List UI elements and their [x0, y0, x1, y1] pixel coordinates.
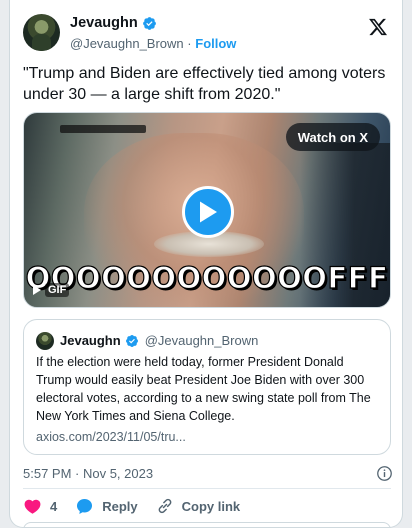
follow-button[interactable]: Follow	[195, 36, 236, 51]
scoreboard-overlay	[60, 125, 146, 133]
reply-label: Reply	[102, 498, 138, 514]
tweet-text: "Trump and Biden are effectively tied am…	[23, 65, 386, 103]
author-name[interactable]: Jevaughn	[70, 15, 138, 31]
tweet-header: Jevaughn @Jevaughn_Brown · Follow	[23, 11, 390, 55]
copy-link-button[interactable]: Copy link	[156, 497, 241, 515]
gif-icon	[33, 285, 41, 295]
separator: ·	[187, 36, 192, 51]
avatar[interactable]	[23, 14, 60, 51]
verified-badge-icon	[125, 334, 138, 347]
verified-badge-icon	[142, 16, 156, 30]
like-button[interactable]: 4	[23, 497, 57, 516]
author-handle-row: @Jevaughn_Brown · Follow	[70, 36, 236, 51]
gif-media[interactable]: Watch on X OOOOOOOOOOOOFFF GIF	[23, 112, 391, 308]
quoted-link[interactable]: axios.com/2023/11/05/tru...	[36, 430, 186, 444]
quoted-author-handle: @Jevaughn_Brown	[144, 333, 259, 348]
gif-badge: GIF	[32, 283, 70, 297]
gif-caption: OOOOOOOOOOOOFFF	[25, 260, 389, 295]
reply-icon	[77, 498, 93, 514]
quoted-author-name: Jevaughn	[60, 333, 121, 348]
like-count: 4	[50, 498, 58, 514]
quoted-avatar	[36, 332, 54, 350]
quoted-tweet[interactable]: Jevaughn @Jevaughn_Brown If the election…	[23, 319, 391, 455]
heart-icon	[24, 499, 41, 514]
tweet-card[interactable]: Jevaughn @Jevaughn_Brown · Follow "Trump…	[9, 0, 403, 528]
action-bar: 4 Reply Copy link	[23, 496, 240, 516]
author-name-row: Jevaughn	[70, 15, 157, 31]
next-card-edge	[23, 522, 391, 528]
copy-link-label: Copy link	[181, 498, 241, 514]
watch-on-x-button[interactable]: Watch on X	[285, 123, 380, 151]
timestamp[interactable]: 5:57 PM · Nov 5, 2023	[23, 466, 153, 481]
play-button[interactable]	[182, 186, 234, 238]
gif-label: GIF	[45, 283, 70, 297]
author-handle[interactable]: @Jevaughn_Brown	[70, 36, 184, 51]
quoted-header: Jevaughn @Jevaughn_Brown	[60, 333, 258, 348]
link-icon	[158, 498, 172, 514]
play-icon	[200, 201, 217, 223]
info-icon[interactable]	[376, 465, 393, 482]
quoted-text: If the election were held today, former …	[36, 355, 371, 423]
x-logo-icon[interactable]	[368, 17, 388, 37]
timestamp-row: 5:57 PM · Nov 5, 2023	[23, 465, 393, 483]
divider	[23, 488, 391, 489]
reply-button[interactable]: Reply	[75, 497, 138, 516]
